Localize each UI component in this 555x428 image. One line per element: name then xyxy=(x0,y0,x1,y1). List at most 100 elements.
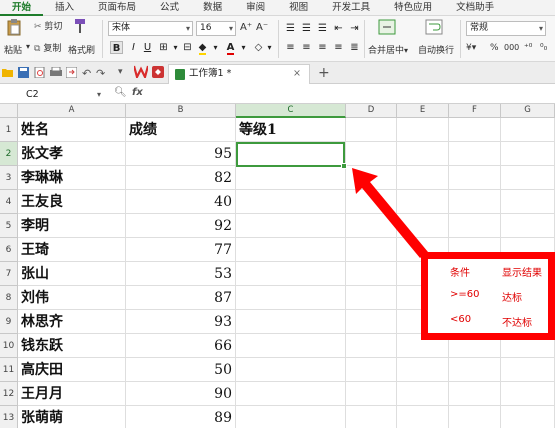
currency-button[interactable]: ¥▾ xyxy=(466,43,476,53)
chevron-down-icon[interactable]: ▾ xyxy=(263,41,276,54)
column-header[interactable]: G xyxy=(501,104,555,118)
cell-e2[interactable] xyxy=(397,142,449,166)
wps-logo-icon[interactable] xyxy=(132,65,150,81)
cell-f1[interactable] xyxy=(449,118,501,142)
cell-e1[interactable] xyxy=(397,118,449,142)
cell-g11[interactable] xyxy=(501,358,555,382)
fx-button[interactable]: fx xyxy=(132,87,143,98)
align-bottom-icon[interactable]: ☰ xyxy=(316,22,329,35)
cell-g12[interactable] xyxy=(501,382,555,406)
wrap-text-button[interactable]: 自动换行 xyxy=(418,43,454,56)
font-name-select[interactable]: 宋体 ▾ xyxy=(108,21,193,36)
cell-d6[interactable] xyxy=(346,238,397,262)
cell-d4[interactable] xyxy=(346,190,397,214)
bold-button[interactable]: B xyxy=(110,41,123,54)
paste-button[interactable] xyxy=(6,18,22,36)
column-header[interactable]: B xyxy=(126,104,236,118)
cell-b12[interactable]: 90 xyxy=(126,382,236,406)
tab-home[interactable]: 开始 xyxy=(0,0,44,16)
tab-formulas[interactable]: 公式 xyxy=(148,0,191,16)
cell-b11[interactable]: 50 xyxy=(126,358,236,382)
cell-c7[interactable] xyxy=(236,262,346,286)
cell-c1[interactable]: 等级1 xyxy=(236,118,346,142)
cell-d12[interactable] xyxy=(346,382,397,406)
cell-b10[interactable]: 66 xyxy=(126,334,236,358)
cell-g1[interactable] xyxy=(501,118,555,142)
close-icon[interactable]: × xyxy=(293,65,301,83)
docer-icon[interactable] xyxy=(152,66,164,81)
cell-g5[interactable] xyxy=(501,214,555,238)
cell-c13[interactable] xyxy=(236,406,346,428)
cell-d2[interactable] xyxy=(346,142,397,166)
merge-cells-icon[interactable]: ⊟ xyxy=(181,41,194,54)
align-left-icon[interactable]: ≡ xyxy=(284,41,297,54)
row-header[interactable]: 5 xyxy=(0,214,18,238)
shrink-font-button[interactable]: A⁻ xyxy=(256,22,268,33)
distributed-icon[interactable]: ≣ xyxy=(348,41,361,54)
column-header[interactable]: A xyxy=(18,104,126,118)
chevron-down-icon[interactable]: ▾ xyxy=(237,41,250,54)
open-folder-icon[interactable] xyxy=(2,67,14,81)
cell-f13[interactable] xyxy=(449,406,501,428)
indent-decrease-icon[interactable]: ⇤ xyxy=(332,22,345,35)
cell-a1[interactable]: 姓名 xyxy=(18,118,126,142)
cell-f3[interactable] xyxy=(449,166,501,190)
cell-d13[interactable] xyxy=(346,406,397,428)
row-header[interactable]: 3 xyxy=(0,166,18,190)
column-header[interactable]: E xyxy=(397,104,449,118)
cell-b7[interactable]: 53 xyxy=(126,262,236,286)
cell-d8[interactable] xyxy=(346,286,397,310)
redo-icon[interactable]: ↷ xyxy=(96,67,105,80)
paste-dropdown-icon[interactable]: ▾ xyxy=(26,42,30,51)
cell-b1[interactable]: 成绩 xyxy=(126,118,236,142)
tab-features[interactable]: 特色应用 xyxy=(382,0,444,16)
cell-g13[interactable] xyxy=(501,406,555,428)
customize-toolbar-icon[interactable]: ▾ xyxy=(118,67,123,77)
font-color-button[interactable]: A xyxy=(224,41,237,55)
cell-f5[interactable] xyxy=(449,214,501,238)
cell-a8[interactable]: 刘伟 xyxy=(18,286,126,310)
save-icon[interactable] xyxy=(18,67,29,81)
cell-f11[interactable] xyxy=(449,358,501,382)
cell-b2[interactable]: 95 xyxy=(126,142,236,166)
column-header[interactable]: F xyxy=(449,104,501,118)
export-icon[interactable] xyxy=(65,66,78,81)
cell-c3[interactable] xyxy=(236,166,346,190)
percent-button[interactable]: % xyxy=(490,43,499,53)
comma-style-button[interactable]: 000 xyxy=(504,43,519,52)
format-painter-label[interactable]: 格式刷 xyxy=(68,43,95,56)
cell-a12[interactable]: 王月月 xyxy=(18,382,126,406)
cell-f4[interactable] xyxy=(449,190,501,214)
cell-g3[interactable] xyxy=(501,166,555,190)
tab-view[interactable]: 视图 xyxy=(277,0,320,16)
undo-icon[interactable]: ↶ xyxy=(82,67,91,80)
grow-font-button[interactable]: A⁺ xyxy=(240,22,252,33)
cell-d9[interactable] xyxy=(346,310,397,334)
format-painter-icon[interactable] xyxy=(72,18,88,37)
cell-d1[interactable] xyxy=(346,118,397,142)
row-header[interactable]: 8 xyxy=(0,286,18,310)
row-header[interactable]: 4 xyxy=(0,190,18,214)
cell-a5[interactable]: 李明 xyxy=(18,214,126,238)
cell-d11[interactable] xyxy=(346,358,397,382)
cell-e13[interactable] xyxy=(397,406,449,428)
tab-doc-assistant[interactable]: 文档助手 xyxy=(444,0,506,16)
name-box[interactable]: C2 ▾ xyxy=(8,87,103,102)
cell-c12[interactable] xyxy=(236,382,346,406)
cell-a4[interactable]: 王友良 xyxy=(18,190,126,214)
cell-a7[interactable]: 张山 xyxy=(18,262,126,286)
tab-developer[interactable]: 开发工具 xyxy=(320,0,382,16)
cell-b3[interactable]: 82 xyxy=(126,166,236,190)
column-header[interactable]: D xyxy=(346,104,397,118)
fill-handle[interactable] xyxy=(341,163,347,169)
cell-b4[interactable]: 40 xyxy=(126,190,236,214)
row-header[interactable]: 12 xyxy=(0,382,18,406)
cell-d5[interactable] xyxy=(346,214,397,238)
align-top-icon[interactable]: ☰ xyxy=(284,22,297,35)
decimal-icon[interactable]: ⁰₀ xyxy=(540,43,547,53)
cell-a11[interactable]: 高庆田 xyxy=(18,358,126,382)
row-header[interactable]: 1 xyxy=(0,118,18,142)
cell-c11[interactable] xyxy=(236,358,346,382)
paste-label[interactable]: 粘贴 xyxy=(4,43,22,56)
cell-c9[interactable] xyxy=(236,310,346,334)
